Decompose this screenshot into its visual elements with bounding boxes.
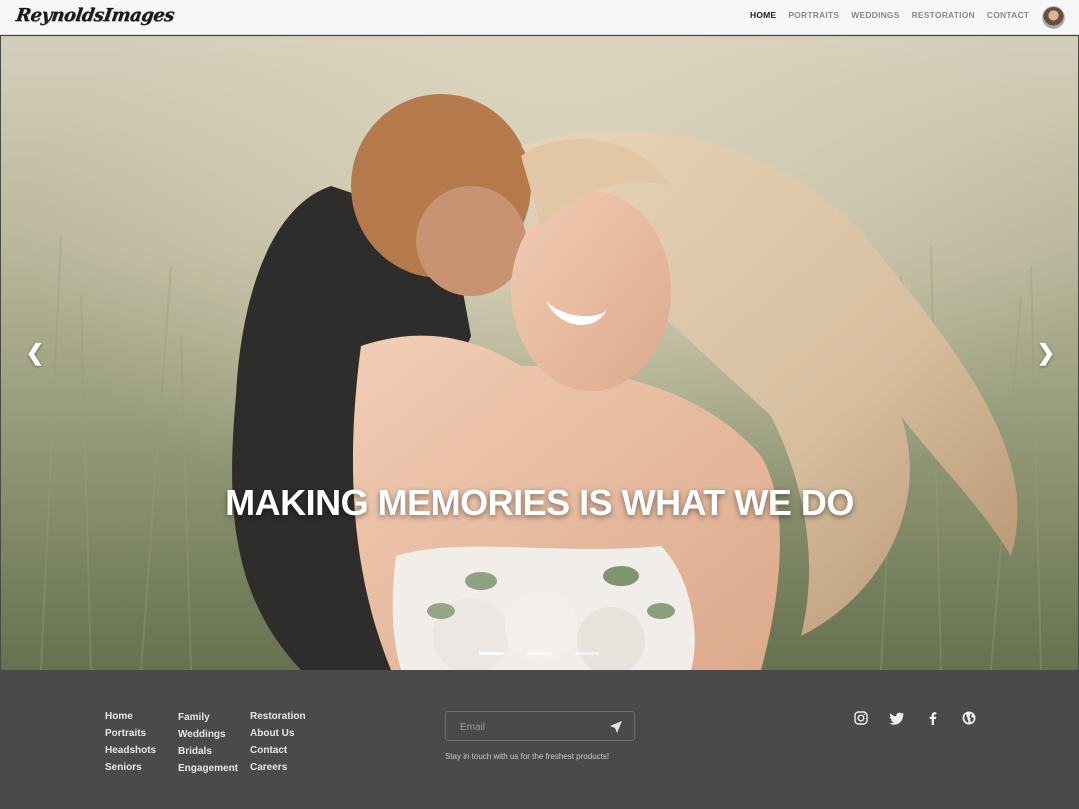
send-icon[interactable]	[609, 720, 623, 734]
footer-link-about-us[interactable]: About Us	[250, 727, 306, 744]
nav-weddings[interactable]: WEDDINGS	[851, 10, 899, 20]
hero-headline: MAKING MEMORIES IS WHAT WE DO	[225, 482, 854, 523]
site-header: ReynoldsImages HOME PORTRAITS WEDDINGS R…	[0, 0, 1079, 35]
footer-link-headshots[interactable]: Headshots	[105, 744, 156, 761]
hero-carousel: ❮ ❯ MAKING MEMORIES IS WHAT WE DO	[1, 36, 1078, 670]
carousel-prev-button[interactable]: ❮	[23, 341, 47, 365]
newsletter-form	[445, 711, 635, 741]
footer-link-engagement[interactable]: Engagement	[178, 762, 238, 779]
user-avatar[interactable]	[1042, 6, 1065, 29]
carousel-indicator-2[interactable]	[527, 652, 551, 655]
newsletter-tagline: Stay in touch with us for the freshest p…	[445, 752, 610, 761]
email-input[interactable]	[460, 719, 600, 735]
carousel-indicators	[479, 652, 623, 655]
footer-link-weddings[interactable]: Weddings	[178, 728, 238, 745]
footer-links-col3: Restoration About Us Contact Careers	[250, 710, 306, 778]
footer-link-contact[interactable]: Contact	[250, 744, 306, 761]
footer-links-col2: Family Weddings Bridals Engagement	[178, 711, 238, 779]
nav-restoration[interactable]: RESTORATION	[912, 10, 975, 20]
hero-photo	[1, 36, 1078, 670]
footer-link-careers[interactable]: Careers	[250, 761, 306, 778]
footer-link-bridals[interactable]: Bridals	[178, 745, 238, 762]
site-logo[interactable]: ReynoldsImages	[14, 1, 176, 31]
carousel-indicator-1[interactable]	[479, 652, 503, 655]
instagram-icon[interactable]	[853, 710, 869, 726]
site-footer: Home Portraits Headshots Seniors Family …	[0, 670, 1079, 809]
carousel-indicator-3[interactable]	[575, 652, 599, 655]
main-nav: HOME PORTRAITS WEDDINGS RESTORATION CONT…	[750, 10, 1041, 20]
footer-link-home[interactable]: Home	[105, 710, 156, 727]
facebook-icon[interactable]	[925, 710, 941, 726]
nav-home[interactable]: HOME	[750, 10, 776, 20]
nav-contact[interactable]: CONTACT	[987, 10, 1029, 20]
chevron-left-icon: ❮	[25, 340, 45, 365]
chevron-right-icon: ❯	[1036, 340, 1056, 365]
twitter-icon[interactable]	[889, 710, 905, 726]
footer-link-family[interactable]: Family	[178, 711, 238, 728]
carousel-next-button[interactable]: ❯	[1034, 341, 1058, 365]
globe-icon[interactable]	[961, 710, 977, 726]
footer-link-restoration[interactable]: Restoration	[250, 710, 306, 727]
footer-links-col1: Home Portraits Headshots Seniors	[105, 710, 156, 778]
nav-portraits[interactable]: PORTRAITS	[788, 10, 839, 20]
footer-link-portraits[interactable]: Portraits	[105, 727, 156, 744]
footer-link-seniors[interactable]: Seniors	[105, 761, 156, 778]
